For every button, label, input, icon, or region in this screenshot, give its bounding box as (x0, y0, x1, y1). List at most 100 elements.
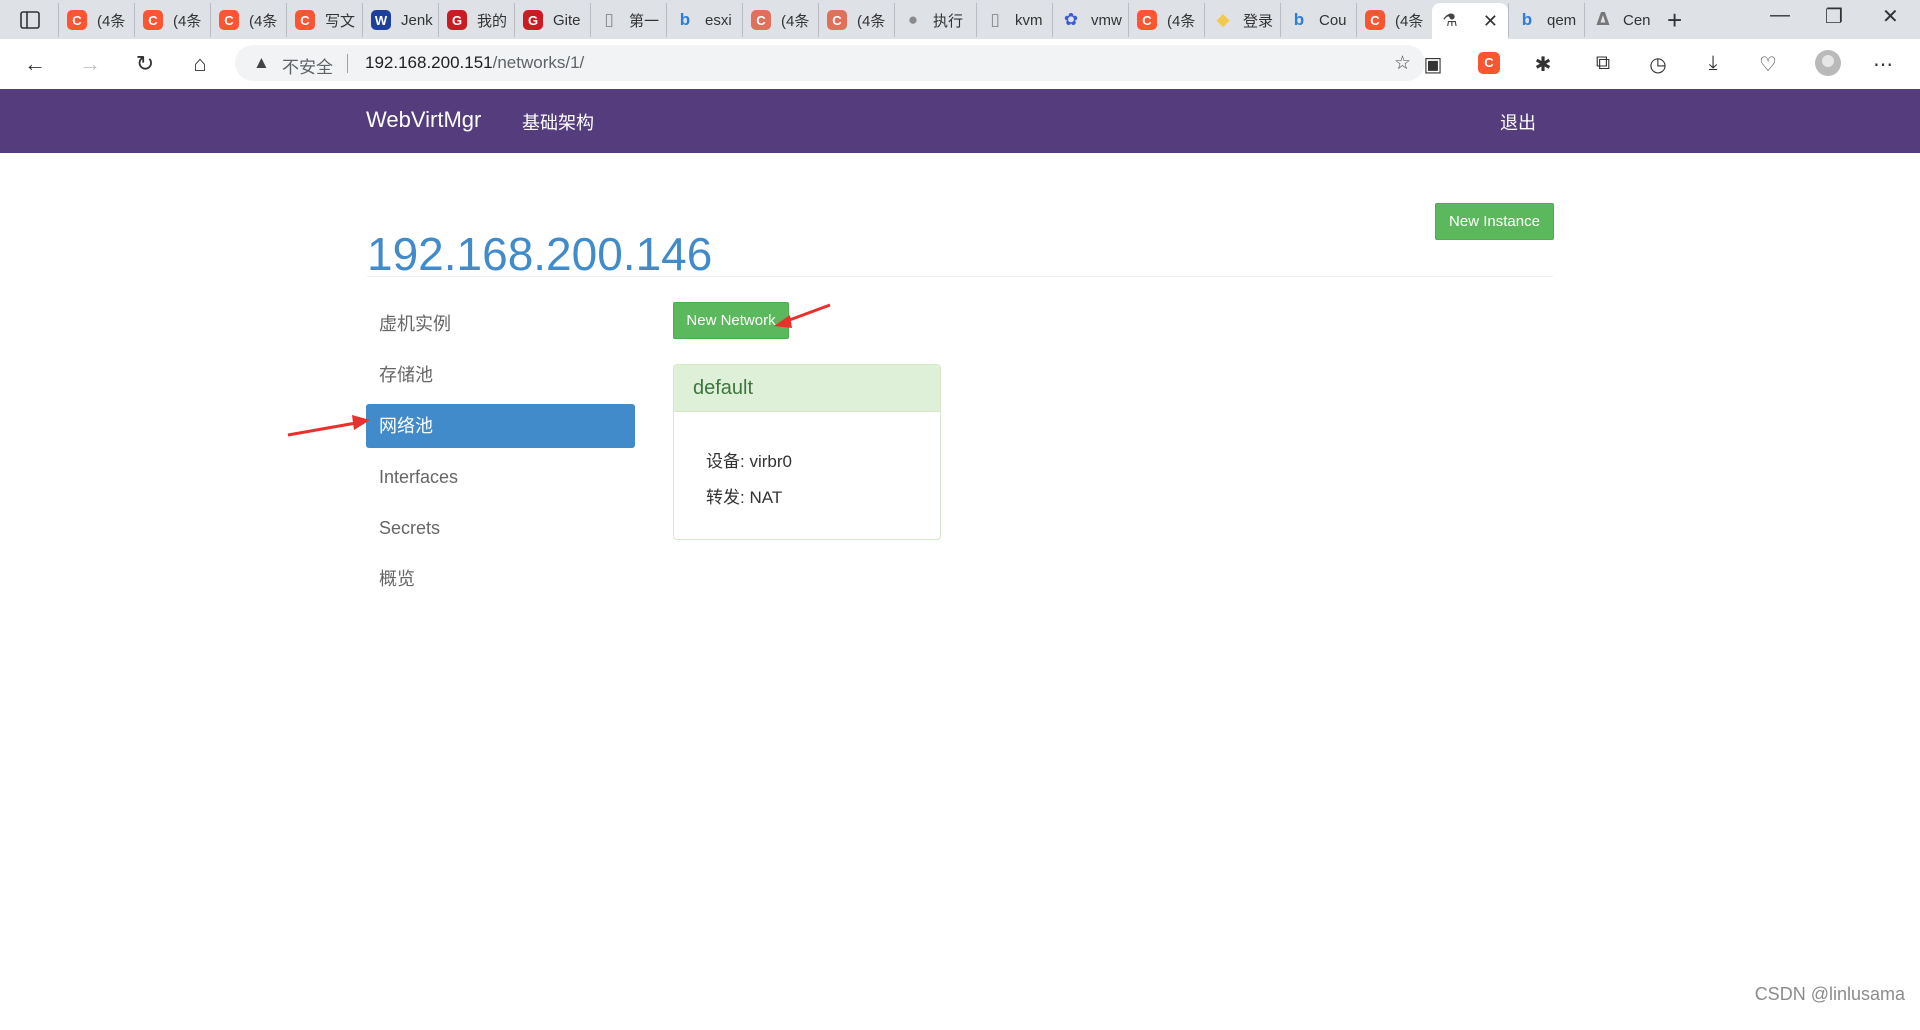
browser-tab[interactable]: W Jenk (362, 3, 438, 37)
tab-title: 写文 (325, 12, 356, 30)
forward-icon[interactable]: → (77, 51, 103, 77)
back-icon[interactable]: ← (22, 51, 48, 77)
avatar-icon: ● (907, 10, 919, 29)
csdn-icon: C (1137, 10, 1157, 30)
tab-title: esxi (705, 11, 732, 29)
sidebar-item-storage-pools[interactable]: 存储池 (366, 353, 635, 397)
browser-tab[interactable]: ◆ 登录 (1204, 3, 1280, 37)
add-favorite-icon[interactable]: ☆ (1394, 52, 1411, 75)
tab-title: Jenk (401, 11, 433, 29)
browser-tab[interactable]: ▯ kvm (976, 3, 1052, 37)
address-bar[interactable]: ▲ 不安全 192.168.200.151/networks/1/ ☆ (235, 45, 1425, 81)
close-tab-icon[interactable]: ✕ (1483, 11, 1498, 32)
gitee-icon: G (447, 10, 467, 30)
browser-tab[interactable]: ✿ vmw (1052, 3, 1128, 37)
browser-tab[interactable]: G 我的 (438, 3, 514, 37)
sidebar-nav: 虚机实例 存储池 网络池 Interfaces Secrets 概览 (366, 302, 635, 608)
tab-title: 执行 (933, 12, 964, 30)
browser-tab[interactable]: C (4条 (818, 3, 894, 37)
browser-tab[interactable]: ● 执行 (894, 3, 976, 37)
header-divider (367, 276, 1553, 277)
page-icon: ▯ (990, 10, 1000, 29)
browser-tab[interactable]: C (4条 (58, 3, 134, 37)
tab-title: Cen (1623, 11, 1651, 29)
browser-tab[interactable]: b Cou (1280, 3, 1356, 37)
network-name[interactable]: default (674, 365, 940, 412)
browser-tab[interactable]: C (4条 (134, 3, 210, 37)
brand-logo[interactable]: WebVirtMgr (366, 107, 481, 133)
tab-title: Gite (553, 11, 581, 29)
page-icon: ▯ (604, 10, 614, 29)
device-value: virbr0 (749, 452, 792, 471)
close-window-icon[interactable]: ✕ (1882, 4, 1899, 29)
browser-toolbar: ← → ↻ ⌂ ▲ 不安全 192.168.200.151/networks/1… (0, 39, 1920, 90)
new-instance-button[interactable]: New Instance (1435, 203, 1554, 240)
profile-avatar[interactable] (1815, 50, 1841, 76)
bing-icon: b (1293, 10, 1305, 29)
url-text[interactable]: 192.168.200.151/networks/1/ (365, 53, 584, 73)
tab-title: (4条 (97, 12, 126, 30)
sidebar-item-network-pools[interactable]: 网络池 (366, 404, 635, 448)
browser-tab[interactable]: C 写文 (286, 3, 362, 37)
forward-value: NAT (749, 488, 783, 507)
browser-tab[interactable]: C (4条 (1356, 3, 1432, 37)
minimize-icon[interactable]: — (1770, 4, 1790, 27)
more-menu-icon[interactable]: ⋯ (1870, 52, 1896, 77)
tab-title: (4条 (1395, 12, 1424, 30)
csdn-icon: C (67, 10, 87, 30)
python-icon: ◆ (1216, 10, 1230, 29)
sidebar-item-instances[interactable]: 虚机实例 (366, 302, 635, 346)
history-icon[interactable]: ◷ (1645, 52, 1671, 77)
tab-actions-icon[interactable] (19, 9, 41, 31)
network-panel[interactable]: default 设备: virbr0 转发: NAT (673, 364, 941, 540)
browser-tab[interactable]: C (4条 (1128, 3, 1204, 37)
annotation-arrow-new-network (774, 303, 831, 328)
home-icon[interactable]: ⌂ (187, 51, 213, 77)
tab-title: Cou (1319, 11, 1347, 29)
gitee-icon: G (523, 10, 543, 30)
csdn-icon: C (295, 10, 315, 30)
browser-tab[interactable]: ᐃ Cen (1584, 3, 1660, 37)
new-tab-icon[interactable]: + (1667, 5, 1682, 36)
browser-tab-strip: C (4条 C (4条 C (4条 C 写文 W Jenk G 我的 G Gite ▯ 第一 b esxi C (4条… (0, 0, 1920, 39)
url-path: /networks/1/ (492, 53, 585, 72)
sidebar-item-interfaces[interactable]: Interfaces (366, 455, 635, 499)
network-forward-row: 转发: NAT (706, 483, 782, 508)
tab-title: (4条 (781, 12, 810, 30)
annotation-arrow-network-pool (287, 415, 370, 437)
sidebar-item-secrets[interactable]: Secrets (366, 506, 635, 550)
browser-tab[interactable]: G Gite (514, 3, 590, 37)
webvirt-icon: ⚗ (1442, 11, 1458, 30)
browser-tab[interactable]: b esxi (666, 3, 742, 37)
address-divider (347, 54, 348, 73)
device-label: 设备: (706, 452, 745, 471)
sidebar-item-overview[interactable]: 概览 (366, 557, 635, 601)
page-title: 192.168.200.146 (367, 227, 713, 280)
tab-title: (4条 (173, 12, 202, 30)
csdn-watermark: CSDN @linlusama (1754, 984, 1905, 1004)
security-label[interactable]: 不安全 (282, 53, 333, 78)
performance-icon[interactable]: ♡ (1755, 52, 1781, 77)
browser-tab[interactable]: C (4条 (742, 3, 818, 37)
csdn-icon: C (827, 10, 847, 30)
download-icon[interactable]: ⤓ (1700, 52, 1726, 75)
nav-infrastructure[interactable]: 基础架构 (522, 109, 594, 135)
not-secure-warning-icon[interactable]: ▲ (253, 53, 270, 73)
browser-tab[interactable]: ⚗ ✕ (1432, 3, 1508, 39)
tab-title: 我的 (477, 12, 508, 30)
logout-link[interactable]: 退出 (1500, 109, 1536, 135)
browser-tab[interactable]: C (4条 (210, 3, 286, 37)
extension-icon[interactable]: ▣ (1420, 52, 1446, 77)
tab-title: (4条 (1167, 12, 1196, 30)
app-navbar: WebVirtMgr 基础架构 退出 (0, 89, 1920, 153)
extensions-puzzle-icon[interactable]: ✱ (1530, 52, 1556, 77)
csdn-extension-icon[interactable]: C (1478, 52, 1500, 74)
collections-icon[interactable]: ⧉ (1590, 52, 1616, 75)
csdn-icon: C (751, 10, 771, 30)
refresh-icon[interactable]: ↻ (132, 51, 158, 77)
browser-tab[interactable]: b qem (1508, 3, 1584, 37)
url-host: 192.168.200.151 (365, 53, 493, 72)
restore-icon[interactable]: ❐ (1825, 4, 1843, 29)
bing-icon: b (679, 10, 691, 29)
browser-tab[interactable]: ▯ 第一 (590, 3, 666, 37)
